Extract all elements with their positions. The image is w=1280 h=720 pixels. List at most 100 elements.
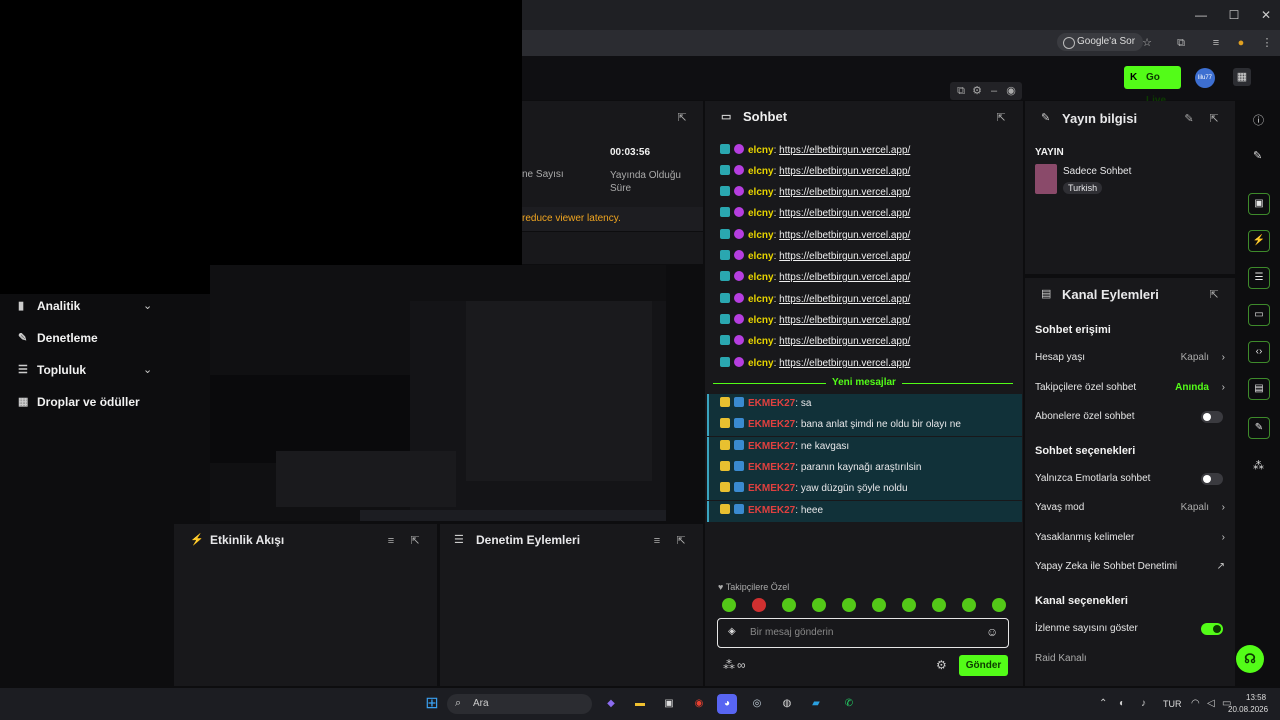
rail-chat-icon[interactable]: ▭ <box>1248 304 1270 326</box>
chat-username[interactable]: EKMEK27 <box>748 441 795 452</box>
taskbar-search[interactable]: ⌕ Ara <box>447 694 592 714</box>
chat-username[interactable]: elcny <box>748 294 774 305</box>
chevron-down-icon[interactable]: ⌄ <box>143 300 155 312</box>
chat-link[interactable]: https://elbetbirgun.vercel.app/ <box>779 251 910 262</box>
obs-icon[interactable]: ◍ <box>777 694 797 714</box>
coins-icon[interactable]: ⁂ <box>1253 459 1264 472</box>
media-icon[interactable]: ≡ <box>1208 35 1224 51</box>
rail-lightning-icon[interactable]: ⚡ <box>1248 230 1270 252</box>
menu-icon[interactable]: ⋮ <box>1259 35 1275 51</box>
chevron-down-icon[interactable]: ⌄ <box>143 364 155 376</box>
steam-icon[interactable]: ◎ <box>747 694 767 714</box>
close-icon[interactable]: ✕ <box>1257 6 1275 24</box>
filter-icon[interactable]: ≡ <box>384 534 398 548</box>
google-sor-button[interactable]: Google'a Sor <box>1057 33 1144 51</box>
copilot-icon[interactable]: ◆ <box>601 694 621 714</box>
chat-link[interactable]: https://elbetbirgun.vercel.app/ <box>779 208 910 219</box>
expand-icon[interactable]: ⇱ <box>1207 112 1221 126</box>
rail-stats-icon[interactable]: ▣ <box>1248 193 1270 215</box>
chat-username[interactable]: EKMEK27 <box>748 483 795 494</box>
raid-channel-row[interactable]: Raid Kanalı <box>1035 650 1225 668</box>
emote-icon[interactable] <box>962 598 976 612</box>
settings-icon[interactable]: ⚙ <box>970 84 984 98</box>
sidebar-item-analitik[interactable]: ▮ Analitik <box>18 296 80 316</box>
info-icon[interactable]: ⓘ <box>1253 112 1264 128</box>
avatar[interactable]: lilu77 <box>1195 68 1215 88</box>
pencil-icon[interactable]: ✎ <box>1253 149 1262 162</box>
banned-words-row[interactable]: Yasaklanmış kelimeler › <box>1035 529 1225 547</box>
language-indicator[interactable]: TUR <box>1163 699 1182 709</box>
emote-icon[interactable] <box>722 598 736 612</box>
emote-icon[interactable] <box>992 598 1006 612</box>
emote-icon[interactable] <box>842 598 856 612</box>
emote-only-toggle[interactable] <box>1201 473 1223 485</box>
store-icon[interactable]: ▣ <box>659 694 679 714</box>
edit-icon[interactable]: ✎ <box>1182 112 1196 126</box>
chat-link[interactable]: https://elbetbirgun.vercel.app/ <box>779 336 910 347</box>
rail-wrench-icon[interactable]: ✎ <box>1248 417 1270 439</box>
rail-list-icon[interactable]: ☰ <box>1248 267 1270 289</box>
send-button[interactable]: Gönder <box>959 655 1008 676</box>
chat-link[interactable]: https://elbetbirgun.vercel.app/ <box>779 272 910 283</box>
chat-username[interactable]: EKMEK27 <box>748 505 795 516</box>
chat-username[interactable]: elcny <box>748 336 774 347</box>
emote-icon[interactable] <box>872 598 886 612</box>
chat-link[interactable]: https://elbetbirgun.vercel.app/ <box>779 145 910 156</box>
chevron-up-icon[interactable]: ⌃ <box>1099 698 1107 709</box>
account-age-row[interactable]: Hesap yaşı Kapalı › <box>1035 349 1225 367</box>
chrome-icon[interactable]: ◉ <box>689 694 709 714</box>
chat-username[interactable]: EKMEK27 <box>748 462 795 473</box>
clock-time[interactable]: 13:58 <box>1246 693 1266 702</box>
chat-username[interactable]: elcny <box>748 166 774 177</box>
chat-username[interactable]: elcny <box>748 187 774 198</box>
windows-start-icon[interactable]: ⊞ <box>422 694 442 714</box>
support-icon[interactable]: ☊ <box>1236 645 1264 673</box>
chat-username[interactable]: elcny <box>748 315 774 326</box>
chat-username[interactable]: elcny <box>748 272 774 283</box>
expand-icon[interactable]: ⇱ <box>1207 288 1221 302</box>
emote-icon[interactable] <box>932 598 946 612</box>
sidebar-item-denetleme[interactable]: ✎ Denetleme <box>18 328 98 348</box>
chat-link[interactable]: https://elbetbirgun.vercel.app/ <box>779 358 910 369</box>
volume-icon[interactable]: ◁ <box>1207 698 1215 709</box>
wifi-icon[interactable]: ◠ <box>1191 698 1200 709</box>
chat-link[interactable]: https://elbetbirgun.vercel.app/ <box>779 315 910 326</box>
emote-icon[interactable] <box>902 598 916 612</box>
chat-link[interactable]: https://elbetbirgun.vercel.app/ <box>779 187 910 198</box>
filter-icon[interactable]: ≡ <box>650 534 664 548</box>
mic-icon[interactable]: ♪ <box>1141 698 1146 709</box>
discord-icon[interactable]: ◕ <box>717 694 737 714</box>
copy-icon[interactable]: ⧉ <box>954 84 968 98</box>
expand-icon[interactable]: ⇱ <box>994 111 1008 125</box>
slow-mode-row[interactable]: Yavaş mod Kapalı › <box>1035 499 1225 517</box>
star-icon[interactable]: ☆ <box>1139 35 1155 51</box>
followers-chat-row[interactable]: Takipçilere özel sohbet Anında › <box>1035 379 1225 397</box>
ai-moderation-row[interactable]: Yapay Zeka ile Sohbet Denetimi ↗ <box>1035 558 1225 576</box>
show-viewers-toggle[interactable] <box>1201 623 1223 635</box>
address-bar[interactable] <box>522 30 1280 56</box>
headset-icon[interactable]: ◐ <box>1119 698 1125 709</box>
sidebar-item-topluluk[interactable]: ☰ Topluluk <box>18 360 86 380</box>
sidebar-item-droplar[interactable]: ▦ Droplar ve ödüller <box>18 392 140 412</box>
chat-username[interactable]: elcny <box>748 230 774 241</box>
profile-icon[interactable]: ● <box>1233 35 1249 51</box>
rail-code-icon[interactable]: ‹› <box>1248 341 1270 363</box>
folder-icon[interactable]: ▬ <box>630 694 650 714</box>
chat-link[interactable]: https://elbetbirgun.vercel.app/ <box>779 230 910 241</box>
emote-icon[interactable] <box>812 598 826 612</box>
emoji-icon[interactable]: ☺ <box>986 625 998 639</box>
chat-link[interactable]: https://elbetbirgun.vercel.app/ <box>779 166 910 177</box>
minimize-icon[interactable]: — <box>1192 6 1210 24</box>
expand-icon[interactable]: ⇱ <box>674 534 688 548</box>
go-live-button[interactable]: Go Live <box>1124 66 1181 106</box>
coins-icon[interactable]: ⁂ <box>723 658 735 672</box>
maximize-icon[interactable]: ☐ <box>1225 6 1243 24</box>
hide-icon[interactable]: ◉ <box>1004 84 1018 98</box>
chat-username[interactable]: elcny <box>748 208 774 219</box>
emote-icon[interactable] <box>752 598 766 612</box>
expand-icon[interactable]: ⇱ <box>675 111 689 125</box>
subscribers-toggle[interactable] <box>1201 411 1223 423</box>
infinity-icon[interactable]: ∞ <box>737 658 746 672</box>
chat-input[interactable]: ◈ Bir mesaj gönderin ☺ <box>717 618 1009 648</box>
rail-channel-icon[interactable]: ▤ <box>1248 378 1270 400</box>
